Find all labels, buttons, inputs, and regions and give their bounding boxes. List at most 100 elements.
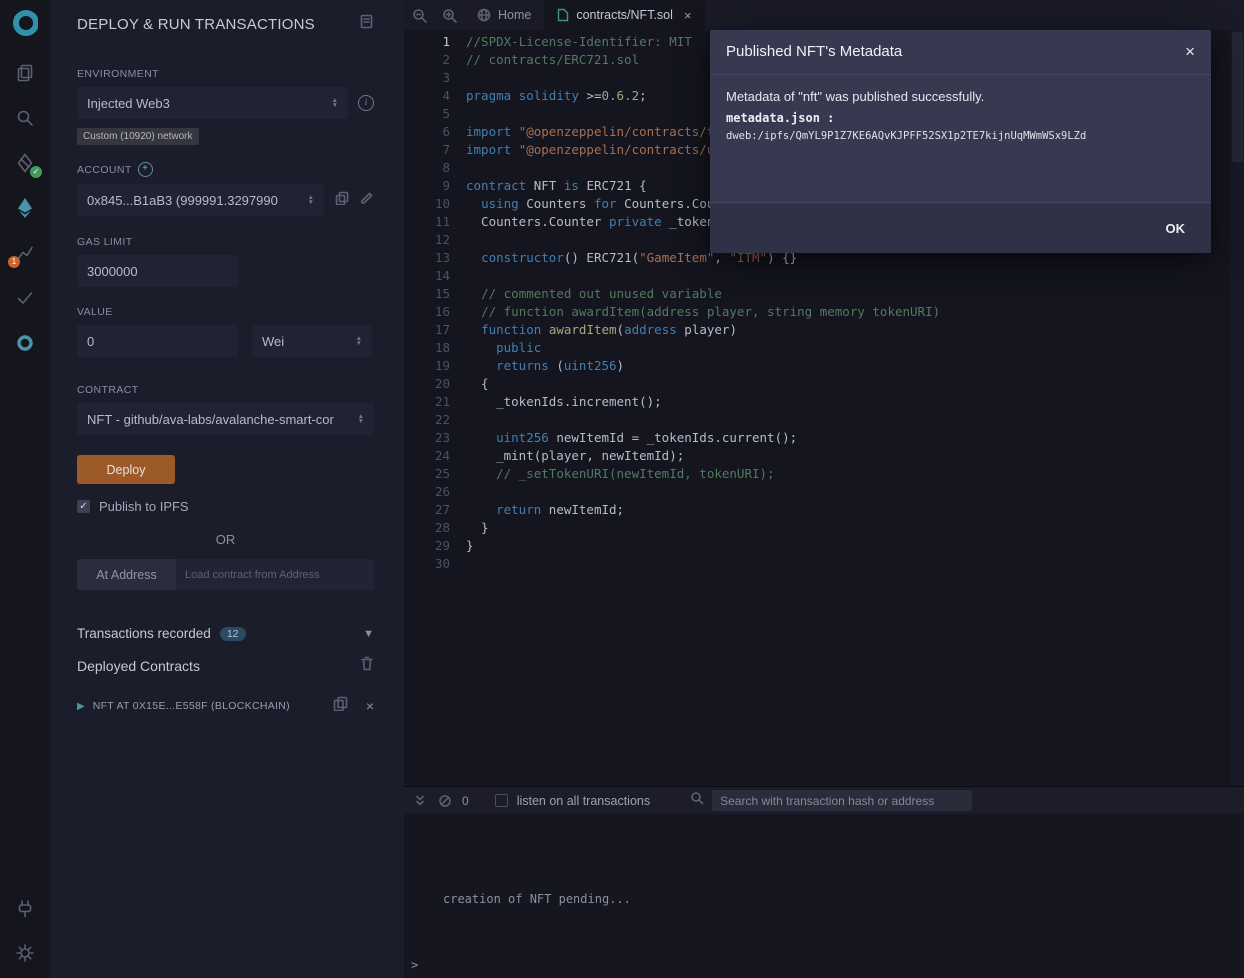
transactions-recorded-row[interactable]: Transactions recorded 12 ▼ bbox=[77, 626, 374, 641]
chevron-right-icon[interactable]: ▶ bbox=[77, 701, 85, 712]
icon-bar: ✓ 1 bbox=[0, 0, 50, 978]
plugin-circle-icon[interactable] bbox=[12, 330, 38, 356]
deployed-contract-item[interactable]: ▶ NFT AT 0X15E...E558F (BLOCKCHAIN) × bbox=[77, 696, 374, 716]
value-label: VALUE bbox=[77, 306, 374, 318]
deploy-button[interactable]: Deploy bbox=[77, 455, 175, 484]
tab-close-icon[interactable]: × bbox=[684, 8, 692, 23]
modal-filename: metadata.json : bbox=[726, 111, 1195, 125]
remove-contract-icon[interactable]: × bbox=[366, 699, 374, 713]
terminal-log-line: creation of NFT pending... bbox=[443, 892, 631, 906]
listen-checkbox[interactable] bbox=[495, 794, 508, 807]
tab-home-label: Home bbox=[498, 8, 531, 22]
ok-button[interactable]: OK bbox=[1158, 215, 1194, 242]
remix-logo-icon[interactable] bbox=[12, 10, 38, 36]
line-number: 27 bbox=[404, 501, 450, 519]
code-line[interactable]: // function awardItem(address player, st… bbox=[466, 303, 1244, 321]
edit-account-icon[interactable] bbox=[360, 191, 374, 210]
modal-message: Metadata of "nft" was published successf… bbox=[726, 89, 1195, 104]
account-label: ACCOUNT bbox=[77, 164, 132, 176]
environment-select[interactable]: Injected Web3 ▲▼ bbox=[77, 87, 348, 119]
settings-gear-icon[interactable] bbox=[12, 940, 38, 966]
deploy-run-icon[interactable] bbox=[12, 195, 38, 221]
gas-limit-label: GAS LIMIT bbox=[77, 236, 374, 248]
code-line[interactable]: _tokenIds.increment(); bbox=[466, 393, 1244, 411]
unit-testing-icon[interactable] bbox=[12, 285, 38, 311]
environment-info-icon[interactable]: i bbox=[358, 95, 374, 111]
line-number: 9 bbox=[404, 177, 450, 195]
account-value: 0x845...B1aB3 (999991.3297990 bbox=[87, 193, 278, 208]
deploy-run-panel: DEPLOY & RUN TRANSACTIONS ENVIRONMENT In… bbox=[50, 0, 404, 978]
globe-icon bbox=[477, 8, 491, 22]
line-number: 21 bbox=[404, 393, 450, 411]
file-explorer-icon[interactable] bbox=[12, 60, 38, 86]
trash-icon[interactable] bbox=[360, 656, 374, 676]
account-select[interactable]: 0x845...B1aB3 (999991.3297990 ▲▼ bbox=[77, 184, 324, 216]
code-line[interactable]: public bbox=[466, 339, 1244, 357]
line-number: 29 bbox=[404, 537, 450, 555]
value-unit-select[interactable]: Wei ▲▼ bbox=[252, 325, 372, 357]
line-number: 4 bbox=[404, 87, 450, 105]
at-address-button[interactable]: At Address bbox=[77, 559, 176, 590]
solidity-compiler-icon[interactable]: ✓ bbox=[12, 150, 38, 176]
deployed-contracts-label: Deployed Contracts bbox=[77, 658, 200, 674]
line-number: 15 bbox=[404, 285, 450, 303]
analysis-icon[interactable]: 1 bbox=[12, 240, 38, 266]
environment-label: ENVIRONMENT bbox=[77, 68, 374, 80]
code-line[interactable] bbox=[466, 411, 1244, 429]
search-icon[interactable] bbox=[12, 105, 38, 131]
line-number: 2 bbox=[404, 51, 450, 69]
code-line[interactable]: uint256 newItemId = _tokenIds.current(); bbox=[466, 429, 1244, 447]
code-line[interactable]: _mint(player, newItemId); bbox=[466, 447, 1244, 465]
listen-all-transactions[interactable]: listen on all transactions bbox=[495, 794, 650, 808]
line-number: 16 bbox=[404, 303, 450, 321]
transactions-count-badge: 12 bbox=[220, 627, 246, 641]
code-line[interactable] bbox=[466, 483, 1244, 501]
at-address-input[interactable] bbox=[176, 559, 374, 590]
code-line[interactable]: } bbox=[466, 537, 1244, 555]
line-number: 10 bbox=[404, 195, 450, 213]
panel-docs-icon[interactable] bbox=[359, 14, 374, 34]
code-line[interactable]: // _setTokenURI(newItemId, tokenURI); bbox=[466, 465, 1244, 483]
value-unit: Wei bbox=[262, 334, 284, 349]
copy-contract-icon[interactable] bbox=[333, 696, 348, 716]
zoom-in-icon[interactable] bbox=[434, 0, 464, 30]
modal-title: Published NFT's Metadata bbox=[726, 43, 902, 60]
code-line[interactable]: return newItemId; bbox=[466, 501, 1244, 519]
tab-nft-sol-label: contracts/NFT.sol bbox=[576, 8, 673, 22]
modal-close-icon[interactable]: × bbox=[1185, 43, 1195, 60]
code-line[interactable]: { bbox=[466, 375, 1244, 393]
modal-ipfs-uri: dweb:/ipfs/QmYL9P1Z7KE6AQvKJPFF52SX1p2TE… bbox=[726, 130, 1195, 142]
line-number: 7 bbox=[404, 141, 450, 159]
chevron-down-icon[interactable]: ▼ bbox=[363, 628, 374, 640]
tab-home[interactable]: Home bbox=[464, 0, 544, 30]
zoom-out-icon[interactable] bbox=[404, 0, 434, 30]
terminal-search-input[interactable] bbox=[712, 790, 972, 811]
environment-value: Injected Web3 bbox=[87, 96, 170, 111]
copy-account-icon[interactable] bbox=[335, 191, 349, 210]
line-number: 20 bbox=[404, 375, 450, 393]
terminal-output[interactable]: creation of NFT pending... > bbox=[404, 814, 1244, 978]
editor-scrollbar[interactable] bbox=[1231, 30, 1244, 786]
publish-ipfs-checkbox[interactable] bbox=[77, 500, 90, 513]
contract-select[interactable]: NFT - github/ava-labs/avalanche-smart-co… bbox=[77, 403, 374, 435]
gas-limit-input[interactable] bbox=[77, 255, 238, 287]
code-line[interactable] bbox=[466, 555, 1244, 573]
terminal: 0 listen on all transactions creation of… bbox=[404, 786, 1244, 978]
code-line[interactable]: // commented out unused variable bbox=[466, 285, 1244, 303]
line-number: 18 bbox=[404, 339, 450, 357]
add-account-icon[interactable]: + bbox=[138, 162, 153, 177]
tab-nft-sol[interactable]: contracts/NFT.sol × bbox=[544, 0, 704, 30]
line-number: 6 bbox=[404, 123, 450, 141]
value-input[interactable] bbox=[77, 325, 238, 357]
plugin-manager-icon[interactable] bbox=[12, 896, 38, 922]
analysis-count-badge: 1 bbox=[8, 256, 20, 268]
terminal-search-icon bbox=[690, 791, 704, 810]
line-number: 19 bbox=[404, 357, 450, 375]
clear-console-icon[interactable] bbox=[438, 794, 452, 808]
code-line[interactable]: } bbox=[466, 519, 1244, 537]
code-line[interactable]: returns (uint256) bbox=[466, 357, 1244, 375]
collapse-terminal-icon[interactable] bbox=[413, 794, 427, 808]
code-line[interactable]: function awardItem(address player) bbox=[466, 321, 1244, 339]
code-line[interactable] bbox=[466, 267, 1244, 285]
listen-label: listen on all transactions bbox=[517, 794, 650, 808]
